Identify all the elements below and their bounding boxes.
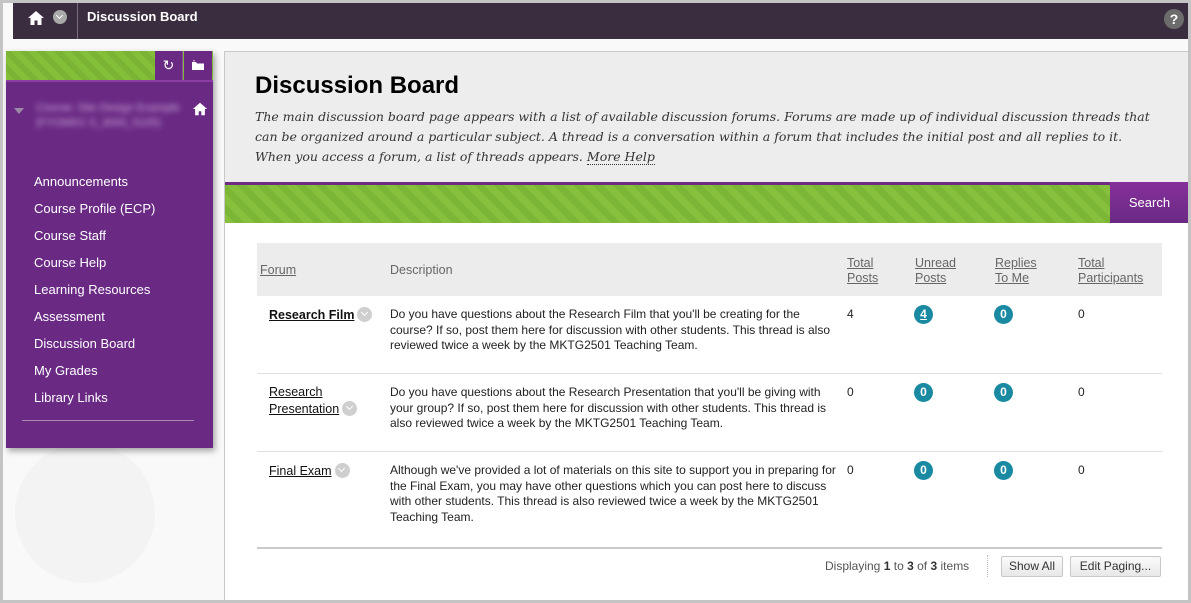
badge-count: 0 xyxy=(994,383,1013,402)
sidebar-item-assessment[interactable]: Assessment xyxy=(6,306,213,333)
table-row: Final Exam Although we've provided a lot… xyxy=(257,452,1162,546)
breadcrumb-title: Discussion Board xyxy=(87,9,198,24)
column-header-unread-posts[interactable]: Unread Posts xyxy=(915,256,956,286)
page-description-text: The main discussion board page appears w… xyxy=(255,109,1150,164)
forum-link-line: Research xyxy=(269,385,323,399)
header-line: Unread xyxy=(915,256,956,270)
paging-text: to xyxy=(893,559,904,573)
edit-paging-button[interactable]: Edit Paging... xyxy=(1070,556,1161,577)
table-header: Forum Description Total Posts Unread Pos… xyxy=(257,243,1162,296)
course-menu-list: Announcements Course Profile (ECP) Cours… xyxy=(6,171,213,414)
collapse-triangle-icon[interactable] xyxy=(14,108,24,114)
replies-to-me-badge[interactable]: 0 xyxy=(994,305,1013,324)
forum-link-final-exam[interactable]: Final Exam xyxy=(269,464,332,478)
forum-link-research-presentation[interactable]: Research Presentation xyxy=(269,385,339,416)
forum-link-research-film[interactable]: Research Film xyxy=(269,308,354,322)
more-help-link[interactable]: More Help xyxy=(586,149,655,165)
total-participants-value: 0 xyxy=(1078,307,1085,321)
paging-text: Displaying xyxy=(825,559,881,573)
forum-table: Forum Description Total Posts Unread Pos… xyxy=(257,243,1162,546)
paging-to: 3 xyxy=(907,559,914,573)
divider xyxy=(22,420,194,421)
help-icon[interactable]: ? xyxy=(1164,9,1184,29)
header-line: Total xyxy=(1078,256,1105,270)
column-header-total-participants[interactable]: Total Participants xyxy=(1078,256,1143,286)
home-icon[interactable] xyxy=(27,9,45,27)
search-button[interactable]: Search xyxy=(1110,182,1188,223)
sidebar-item-course-help[interactable]: Course Help xyxy=(6,252,213,279)
forum-cell: Final Exam xyxy=(269,463,350,480)
replies-to-me-badge[interactable]: 0 xyxy=(994,383,1013,402)
total-posts-value: 4 xyxy=(847,307,854,321)
sidebar-item-discussion-board[interactable]: Discussion Board xyxy=(6,333,213,360)
action-bar: Search xyxy=(225,182,1188,223)
sidebar-item-library-links[interactable]: Library Links xyxy=(6,387,213,414)
badge-count: 0 xyxy=(994,305,1013,324)
unread-posts-badge[interactable]: 0 xyxy=(914,461,933,480)
total-participants-value: 0 xyxy=(1078,385,1085,399)
column-header-description: Description xyxy=(390,263,453,277)
replies-to-me-badge[interactable]: 0 xyxy=(994,461,1013,480)
divider xyxy=(77,3,78,39)
divider xyxy=(987,555,988,577)
paging-text: items xyxy=(940,559,970,573)
course-home-icon[interactable] xyxy=(192,101,208,117)
course-name[interactable]: Course: Site Design Example (FYOMKC 5_30… xyxy=(36,101,186,131)
table-footer-divider xyxy=(257,547,1162,549)
paging-text: of xyxy=(917,559,928,573)
chevron-down-icon[interactable] xyxy=(357,307,373,322)
chevron-down-icon[interactable] xyxy=(53,10,67,24)
page-header: Discussion Board The main discussion boa… xyxy=(225,51,1188,182)
refresh-icon[interactable]: ↻ xyxy=(155,51,183,80)
chevron-down-icon[interactable] xyxy=(342,400,358,416)
forum-cell: Research Film xyxy=(269,307,373,324)
course-menu-header: ↻ xyxy=(6,51,213,82)
course-menu: ↻ Course: Site Design Example (FYOMKC 5_… xyxy=(6,51,213,448)
page-description: The main discussion board page appears w… xyxy=(255,107,1155,167)
total-posts-value: 0 xyxy=(847,385,854,399)
header-line: Participants xyxy=(1078,271,1144,285)
table-row: Research Presentation Do you have questio… xyxy=(257,374,1162,452)
chevron-down-icon[interactable] xyxy=(334,463,350,478)
paging-from: 1 xyxy=(883,559,891,573)
badge-count: 4 xyxy=(914,305,933,324)
badge-count: 0 xyxy=(914,461,933,480)
forum-cell: Research Presentation xyxy=(269,385,358,417)
column-header-total-posts[interactable]: Total Posts xyxy=(847,256,878,286)
background-decoration xyxy=(15,443,155,583)
folder-icon[interactable] xyxy=(184,51,212,80)
header-line: To Me xyxy=(995,271,1030,285)
forum-link-line: Presentation xyxy=(269,401,340,416)
header-line: Total xyxy=(847,256,874,270)
unread-posts-badge[interactable]: 4 xyxy=(914,305,933,324)
forum-description: Do you have questions about the Research… xyxy=(390,307,830,352)
header-line: Replies xyxy=(995,256,1037,270)
header-line: Posts xyxy=(847,271,879,285)
forum-description: Although we've provided a lot of materia… xyxy=(390,463,836,524)
show-all-button[interactable]: Show All xyxy=(1001,556,1063,577)
unread-posts-badge[interactable]: 0 xyxy=(914,383,933,402)
column-header-forum[interactable]: Forum xyxy=(260,263,296,278)
total-posts-value: 0 xyxy=(847,463,854,477)
header-line: Posts xyxy=(915,271,947,285)
top-nav-bar: Discussion Board ? xyxy=(13,3,1188,39)
badge-count: 0 xyxy=(994,461,1013,480)
sidebar-item-learning-resources[interactable]: Learning Resources xyxy=(6,279,213,306)
total-participants-value: 0 xyxy=(1078,463,1085,477)
paging-status: Displaying 1 to 3 of 3 items xyxy=(825,559,969,573)
sidebar-item-my-grades[interactable]: My Grades xyxy=(6,360,213,387)
main-content: Discussion Board The main discussion boa… xyxy=(224,51,1188,600)
paging-total: 3 xyxy=(930,559,938,573)
sidebar-item-announcements[interactable]: Announcements xyxy=(6,171,213,198)
badge-count: 0 xyxy=(914,383,933,402)
browser-frame: Discussion Board ? ↻ Course: Site Design… xyxy=(3,3,1188,600)
table-row: Research Film Do you have questions abou… xyxy=(257,296,1162,374)
sidebar-item-course-staff[interactable]: Course Staff xyxy=(6,225,213,252)
page-title: Discussion Board xyxy=(255,72,460,99)
forum-description: Do you have questions about the Research… xyxy=(390,385,827,430)
column-header-replies-to-me[interactable]: Replies To Me xyxy=(995,256,1037,286)
sidebar-item-course-profile[interactable]: Course Profile (ECP) xyxy=(6,198,213,225)
